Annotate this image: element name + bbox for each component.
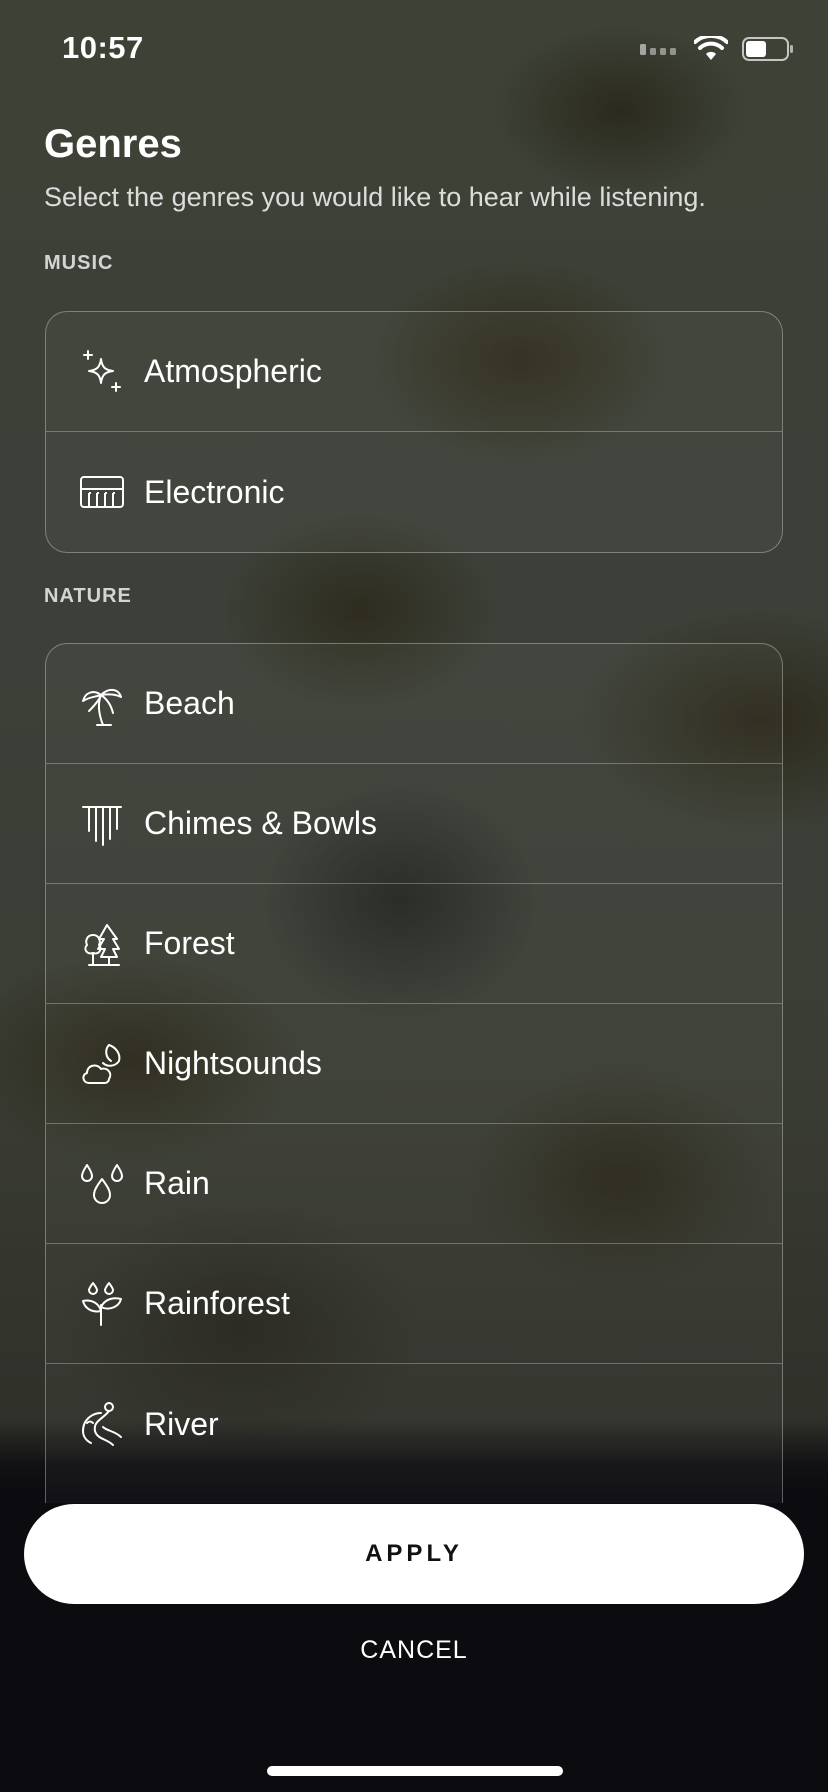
raindrops-icon bbox=[78, 1160, 126, 1208]
palm-tree-icon bbox=[78, 680, 126, 728]
genre-label: Chimes & Bowls bbox=[144, 805, 377, 841]
page-subtitle: Select the genres you would like to hear… bbox=[44, 182, 706, 212]
genre-item-nightsounds[interactable]: Nightsounds bbox=[46, 1004, 782, 1124]
genre-item-chimes-bowls[interactable]: Chimes & Bowls bbox=[46, 764, 782, 884]
page-title: Genres bbox=[44, 122, 182, 166]
genre-item-beach[interactable]: Beach bbox=[46, 644, 782, 764]
sprout-icon bbox=[78, 1280, 126, 1328]
home-indicator[interactable] bbox=[267, 1766, 563, 1776]
trees-icon bbox=[78, 920, 126, 968]
apply-button[interactable]: APPLY bbox=[24, 1504, 804, 1604]
genre-label: Rain bbox=[144, 1165, 210, 1201]
genre-label: Rainforest bbox=[144, 1285, 290, 1321]
genre-item-river[interactable]: River bbox=[46, 1364, 782, 1484]
genre-item-rain[interactable]: Rain bbox=[46, 1124, 782, 1244]
status-icons bbox=[640, 33, 794, 67]
river-icon bbox=[78, 1400, 126, 1448]
genre-label: Forest bbox=[144, 925, 235, 961]
genres-screen: 10:57 Genres Select the genres you would… bbox=[0, 0, 828, 1792]
moon-cloud-icon bbox=[78, 1040, 126, 1088]
music-genre-list: Atmospheric Electronic bbox=[45, 311, 783, 553]
genre-label: Atmospheric bbox=[144, 353, 322, 389]
status-time: 10:57 bbox=[62, 30, 144, 65]
battery-icon bbox=[742, 37, 794, 66]
section-label-music: MUSIC bbox=[44, 252, 114, 274]
signal-icon bbox=[640, 42, 680, 61]
genre-label: River bbox=[144, 1405, 219, 1442]
genre-item-atmospheric[interactable]: Atmospheric bbox=[46, 312, 782, 432]
genre-label: Electronic bbox=[144, 473, 285, 510]
wifi-icon bbox=[693, 33, 729, 67]
sparkle-icon bbox=[78, 348, 126, 396]
genre-label: Beach bbox=[144, 685, 235, 721]
section-label-nature: NATURE bbox=[44, 585, 132, 607]
genre-item-electronic[interactable]: Electronic bbox=[46, 432, 782, 552]
chimes-icon bbox=[78, 800, 126, 848]
genre-label: Nightsounds bbox=[144, 1045, 322, 1081]
cancel-button[interactable]: CANCEL bbox=[0, 1636, 828, 1665]
nature-genre-list: Beach Chimes & Bowls Forest Nightsounds … bbox=[45, 643, 783, 1503]
genre-item-forest[interactable]: Forest bbox=[46, 884, 782, 1004]
genre-item-rainforest[interactable]: Rainforest bbox=[46, 1244, 782, 1364]
keyboard-icon bbox=[78, 468, 126, 516]
